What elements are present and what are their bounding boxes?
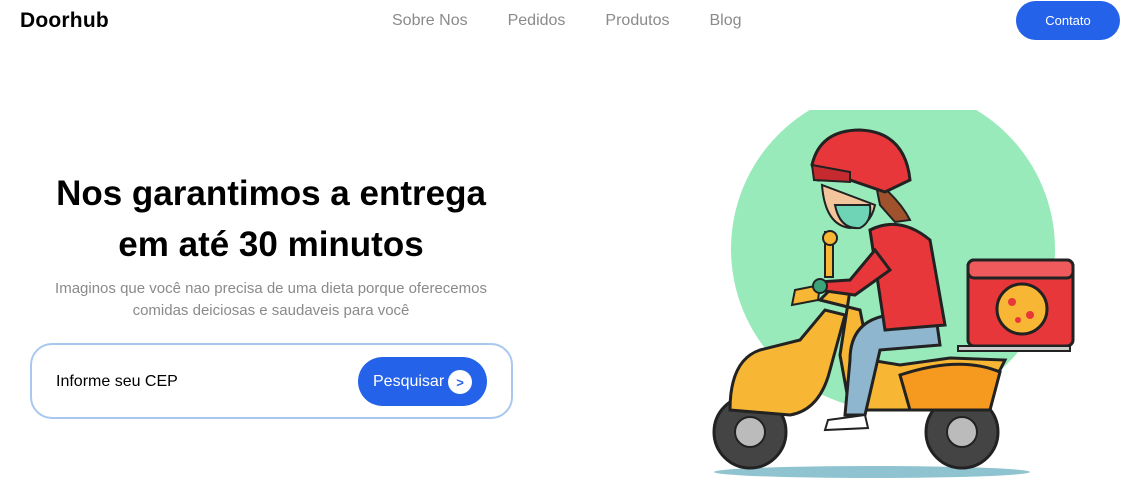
hero-subtitle: Imaginos que você nao precisa de uma die… <box>40 278 502 322</box>
cep-search-box: Pesquisar > <box>30 343 513 419</box>
ground-shadow <box>714 466 1030 478</box>
nav-link-produtos[interactable]: Produtos <box>605 12 669 30</box>
hero-title: Nos garantimos a entrega em até 30 minut… <box>20 168 522 270</box>
delivery-box-icon <box>957 258 1075 352</box>
nav-link-pedidos[interactable]: Pedidos <box>508 12 566 30</box>
hero-title-line-2: em até 30 minutos <box>118 225 424 264</box>
hero-subtitle-line-2: comidas deiciosas e saudaveis para você <box>132 302 410 319</box>
main-menu: Sobre Nos Pedidos Produtos Blog <box>392 12 782 30</box>
top-navbar: Doorhub Sobre Nos Pedidos Produtos Blog … <box>0 0 1140 44</box>
hero-title-line-1: Nos garantimos a entrega <box>56 174 486 213</box>
hero-subtitle-line-1: Imaginos que você nao precisa de uma die… <box>55 280 487 297</box>
cep-input[interactable] <box>56 369 346 395</box>
arrow-right-icon: > <box>448 370 472 394</box>
nav-link-blog[interactable]: Blog <box>709 12 741 30</box>
search-button[interactable]: Pesquisar > <box>358 357 487 406</box>
search-button-label: Pesquisar <box>373 372 445 390</box>
contact-button[interactable]: Contato <box>1016 1 1120 40</box>
brand-logo[interactable]: Doorhub <box>20 9 109 33</box>
delivery-rider-illustration <box>712 110 1075 478</box>
nav-link-sobre-nos[interactable]: Sobre Nos <box>392 12 468 30</box>
